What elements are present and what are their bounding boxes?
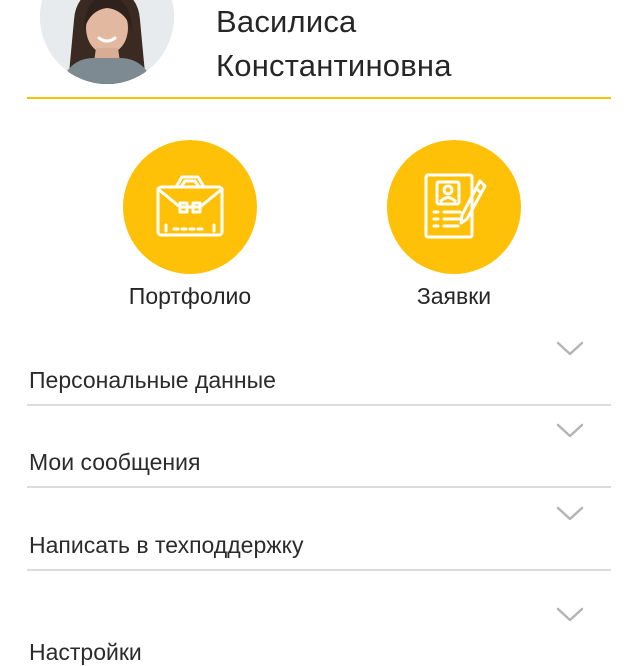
user-first-name: Василиса [216, 4, 357, 39]
portfolio-button[interactable] [123, 140, 257, 274]
user-patronymic: Константиновна [216, 48, 452, 83]
chevron-down-icon[interactable] [555, 505, 585, 523]
header-divider [27, 97, 611, 99]
requests-tile[interactable]: Заявки [344, 140, 564, 310]
menu-item-personal-data[interactable]: Персональные данные [27, 326, 611, 406]
chevron-down-icon[interactable] [555, 422, 585, 440]
requests-button[interactable] [387, 140, 521, 274]
menu-item-my-messages[interactable]: Мои сообщения [27, 408, 611, 488]
user-name: Василиса Константиновна [216, 0, 452, 88]
briefcase-icon [156, 175, 224, 237]
resume-document-icon [424, 173, 487, 239]
requests-label: Заявки [416, 283, 492, 309]
menu-item-label: Персональные данные [29, 367, 276, 393]
portfolio-label: Портфолио [128, 283, 252, 309]
menu-item-label: Написать в техподдержку [29, 532, 304, 558]
chevron-down-icon[interactable] [555, 606, 585, 624]
chevron-down-icon[interactable] [555, 340, 585, 358]
menu-item-label: Мои сообщения [29, 449, 201, 475]
menu-item-settings[interactable]: Настройки [27, 574, 611, 665]
menu-item-label: Настройки [29, 639, 142, 665]
portfolio-tile[interactable]: Портфолио [80, 140, 300, 310]
menu-item-support[interactable]: Написать в техподдержку [27, 491, 611, 571]
avatar[interactable] [40, 0, 174, 84]
